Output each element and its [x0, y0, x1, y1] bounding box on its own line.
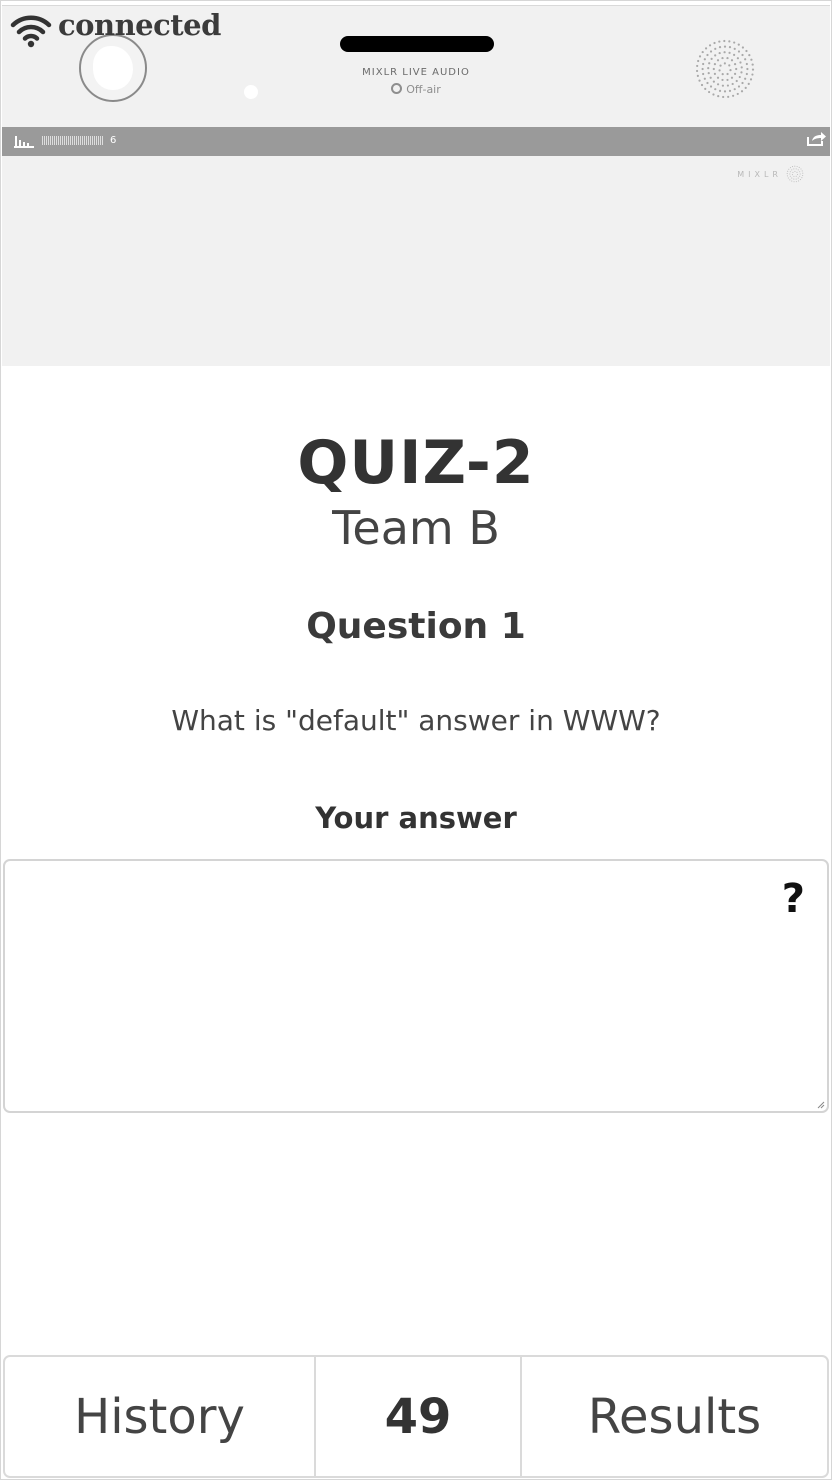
- listeners-meter: [42, 136, 104, 145]
- mixlr-watermark: MIXLR: [737, 165, 804, 183]
- answer-input[interactable]: [5, 861, 827, 1111]
- mixlr-wordmark: MIXLR: [737, 169, 782, 179]
- mixlr-mini-logo-icon: [786, 165, 804, 183]
- quiz-title: QUIZ-2: [297, 428, 535, 498]
- answer-box: ?: [3, 859, 829, 1113]
- bottom-nav: History 49 Results: [3, 1355, 829, 1478]
- mixlr-logo-icon: [695, 39, 755, 99]
- question-counter: 49: [316, 1357, 522, 1476]
- results-button[interactable]: Results: [522, 1357, 827, 1476]
- answer-label: Your answer: [315, 801, 517, 835]
- history-button[interactable]: History: [5, 1357, 316, 1476]
- help-icon[interactable]: ?: [782, 875, 805, 923]
- team-name: Team B: [332, 501, 500, 555]
- player-body: MIXLR: [2, 156, 830, 366]
- status-ring-icon: [391, 83, 403, 94]
- question-heading: Question 1: [306, 606, 526, 647]
- question-text: What is "default" answer in WWW?: [171, 704, 661, 737]
- connection-status: connected: [10, 8, 221, 48]
- wifi-icon: [10, 15, 52, 48]
- resize-grip-icon[interactable]: [815, 1099, 825, 1109]
- connection-label: connected: [58, 8, 221, 42]
- broadcaster-name-redacted: [340, 36, 494, 52]
- listener-count: 6: [110, 135, 117, 146]
- player-toolbar: 6: [2, 127, 830, 156]
- stats-icon[interactable]: [14, 134, 34, 148]
- share-icon[interactable]: [806, 131, 826, 147]
- broadcast-status-label: Off-air: [406, 83, 441, 96]
